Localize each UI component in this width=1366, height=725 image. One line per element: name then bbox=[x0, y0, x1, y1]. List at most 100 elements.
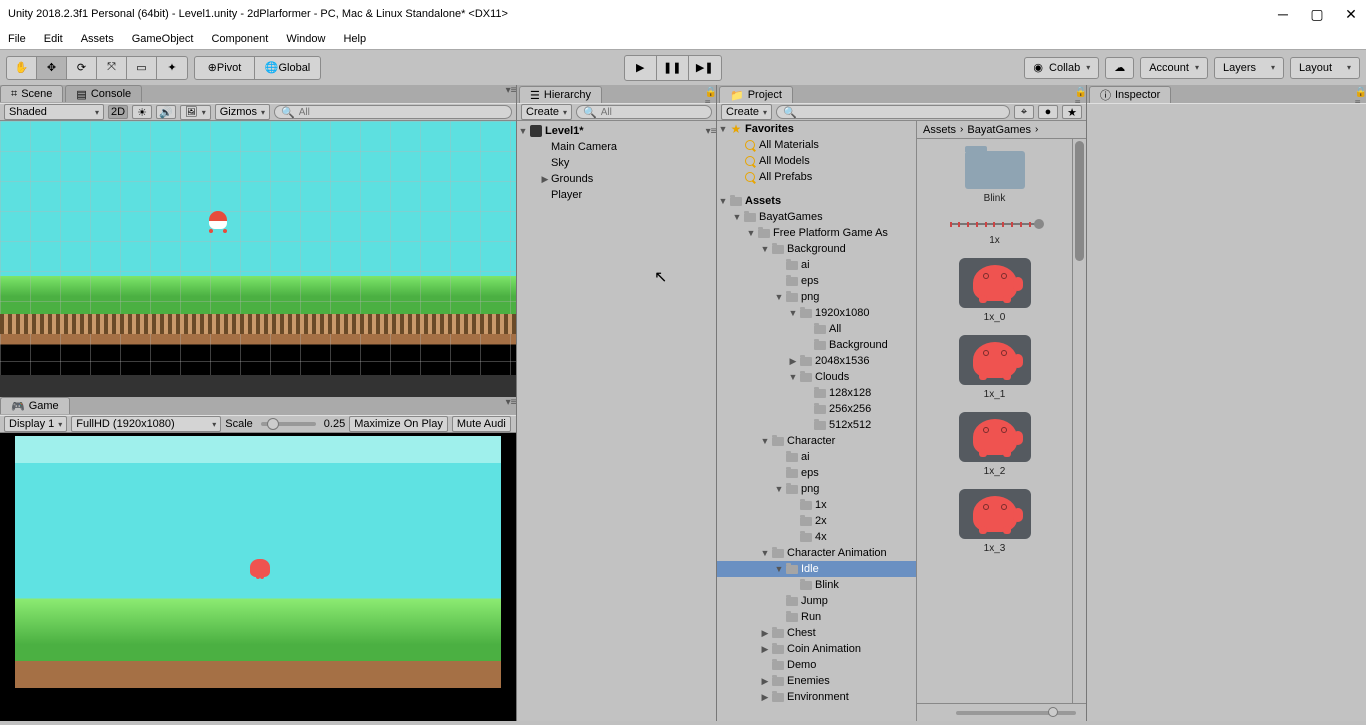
project-tree-item[interactable]: ai bbox=[717, 257, 916, 273]
project-tree-item[interactable]: ▼BayatGames bbox=[717, 209, 916, 225]
asset-item[interactable]: 1x_3 bbox=[935, 485, 1055, 558]
display-dropdown[interactable]: Display 1▾ bbox=[4, 416, 67, 432]
pause-button[interactable]: ❚❚ bbox=[657, 56, 689, 80]
pivot-toggle[interactable]: ⊕ Pivot bbox=[195, 57, 255, 79]
project-create[interactable]: Create▾ bbox=[721, 104, 772, 120]
rect-tool-button[interactable]: ▭ bbox=[127, 57, 157, 79]
project-tree-item[interactable]: ▶Enemies bbox=[717, 673, 916, 689]
close-button[interactable]: ✕ bbox=[1344, 7, 1358, 21]
cloud-button[interactable]: ☁ bbox=[1105, 57, 1134, 79]
scene-view[interactable] bbox=[0, 121, 516, 375]
filter-button[interactable]: ⌖ bbox=[1014, 105, 1034, 119]
step-button[interactable]: ▶❚ bbox=[689, 56, 721, 80]
type-button[interactable]: ● bbox=[1038, 105, 1058, 119]
gizmos-dropdown[interactable]: Gizmos▾ bbox=[215, 104, 270, 120]
scene-search[interactable]: 🔍 bbox=[274, 105, 512, 119]
project-tree-item[interactable]: ▼png bbox=[717, 481, 916, 497]
panel-options-icon[interactable]: 🔒≡ bbox=[1356, 93, 1366, 103]
scale-slider[interactable] bbox=[261, 422, 316, 426]
project-tree-item[interactable]: 4x bbox=[717, 529, 916, 545]
project-tree-item[interactable]: Jump bbox=[717, 593, 916, 609]
project-tree-item[interactable]: ▶Coin Animation bbox=[717, 641, 916, 657]
project-tree-item[interactable]: ai bbox=[717, 449, 916, 465]
menu-window[interactable]: Window bbox=[286, 33, 325, 45]
game-view[interactable] bbox=[0, 433, 516, 721]
hierarchy-scene-root[interactable]: ▼Level1* ▾≡ bbox=[517, 123, 716, 139]
resolution-dropdown[interactable]: FullHD (1920x1080)▾ bbox=[71, 416, 221, 432]
project-tree-item[interactable]: 1x bbox=[717, 497, 916, 513]
scale-tool-button[interactable]: ⤧ bbox=[97, 57, 127, 79]
project-tree-item[interactable]: eps bbox=[717, 273, 916, 289]
project-tree-item[interactable]: ▶Environment bbox=[717, 689, 916, 705]
hierarchy-search[interactable]: 🔍 bbox=[576, 105, 712, 119]
project-tree-item[interactable]: ▼Background bbox=[717, 241, 916, 257]
project-tree-item[interactable]: All bbox=[717, 321, 916, 337]
rotate-tool-button[interactable]: ⟳ bbox=[67, 57, 97, 79]
menu-file[interactable]: File bbox=[8, 33, 26, 45]
project-tree-item[interactable]: ▶Chest bbox=[717, 625, 916, 641]
project-tree-item[interactable]: All Materials bbox=[717, 137, 916, 153]
hierarchy-item[interactable]: ▶Grounds bbox=[517, 171, 716, 187]
project-tree-item[interactable]: ▼Character Animation bbox=[717, 545, 916, 561]
project-tree-item[interactable]: ▼png bbox=[717, 289, 916, 305]
project-tree-item[interactable]: ▼1920x1080 bbox=[717, 305, 916, 321]
project-tree-item[interactable]: ▼Idle bbox=[717, 561, 916, 577]
project-breadcrumb[interactable]: Assets › BayatGames › bbox=[917, 121, 1086, 139]
hierarchy-item[interactable]: Player bbox=[517, 187, 716, 203]
hand-tool-button[interactable]: ✋ bbox=[7, 57, 37, 79]
project-tree-item[interactable]: All Models bbox=[717, 153, 916, 169]
tab-hierarchy[interactable]: ☰ Hierarchy bbox=[519, 86, 602, 103]
project-tree-item[interactable]: ▼★Favorites bbox=[717, 121, 916, 137]
tab-game[interactable]: 🎮Game bbox=[0, 397, 70, 414]
panel-options-icon[interactable]: 🔒≡ bbox=[1076, 93, 1086, 103]
audio-toggle[interactable]: 🔊 bbox=[156, 105, 176, 119]
collab-dropdown[interactable]: ◉ Collab ▾ bbox=[1024, 57, 1099, 79]
project-tree-item[interactable]: All Prefabs bbox=[717, 169, 916, 185]
grid-scrollbar[interactable] bbox=[1072, 139, 1086, 703]
asset-item[interactable]: 1x_0 bbox=[935, 254, 1055, 327]
maximize-toggle[interactable]: Maximize On Play bbox=[349, 416, 448, 432]
grid-size-slider[interactable] bbox=[956, 711, 1076, 715]
panel-options-icon[interactable]: 🔒≡ bbox=[706, 93, 716, 103]
fx-dropdown[interactable]: 🖼▾ bbox=[180, 105, 211, 120]
play-button[interactable]: ▶ bbox=[625, 56, 657, 80]
project-tree-item[interactable]: ▼Character bbox=[717, 433, 916, 449]
tab-project[interactable]: 📁 Project bbox=[719, 86, 793, 103]
menu-help[interactable]: Help bbox=[343, 33, 366, 45]
project-tree-item[interactable]: 256x256 bbox=[717, 401, 916, 417]
layout-dropdown[interactable]: Layout ▾ bbox=[1290, 57, 1360, 79]
asset-item[interactable]: 1x bbox=[935, 212, 1055, 250]
panel-options-icon[interactable]: ▾≡ bbox=[506, 85, 516, 95]
menu-component[interactable]: Component bbox=[211, 33, 268, 45]
menu-gameobject[interactable]: GameObject bbox=[132, 33, 194, 45]
maximize-button[interactable]: ▢ bbox=[1310, 7, 1324, 21]
hierarchy-item[interactable]: Main Camera bbox=[517, 139, 716, 155]
layers-dropdown[interactable]: Layers ▾ bbox=[1214, 57, 1284, 79]
minimize-button[interactable]: ─ bbox=[1276, 7, 1290, 21]
mute-toggle[interactable]: Mute Audi bbox=[452, 416, 511, 432]
hierarchy-item[interactable]: Sky bbox=[517, 155, 716, 171]
shading-dropdown[interactable]: Shaded▾ bbox=[4, 104, 104, 120]
project-tree-item[interactable]: Background bbox=[717, 337, 916, 353]
tab-inspector[interactable]: ⓘ Inspector bbox=[1089, 86, 1171, 103]
menu-assets[interactable]: Assets bbox=[81, 33, 114, 45]
project-tree-item[interactable]: ▼Clouds bbox=[717, 369, 916, 385]
panel-options-icon[interactable]: ▾≡ bbox=[506, 397, 516, 407]
tab-scene[interactable]: ⌗Scene bbox=[0, 85, 63, 102]
project-search[interactable]: 🔍 bbox=[776, 105, 1010, 119]
tab-console[interactable]: ▤Console bbox=[65, 85, 142, 102]
project-tree-item[interactable]: Blink bbox=[717, 577, 916, 593]
move-tool-button[interactable]: ✥ bbox=[37, 57, 67, 79]
project-tree-item[interactable]: Demo bbox=[717, 657, 916, 673]
menu-edit[interactable]: Edit bbox=[44, 33, 63, 45]
project-tree-item[interactable]: ▼Assets bbox=[717, 193, 916, 209]
2d-toggle[interactable]: 2D bbox=[108, 105, 128, 119]
save-search-button[interactable]: ★ bbox=[1062, 105, 1082, 119]
project-tree-item[interactable]: 128x128 bbox=[717, 385, 916, 401]
project-tree-item[interactable]: ▼Free Platform Game As bbox=[717, 225, 916, 241]
space-toggle[interactable]: 🌐 Global bbox=[255, 57, 320, 79]
hierarchy-create[interactable]: Create▾ bbox=[521, 104, 572, 120]
project-tree-item[interactable]: 2x bbox=[717, 513, 916, 529]
project-tree-item[interactable]: ▶2048x1536 bbox=[717, 353, 916, 369]
asset-item[interactable]: Blink bbox=[935, 147, 1055, 208]
